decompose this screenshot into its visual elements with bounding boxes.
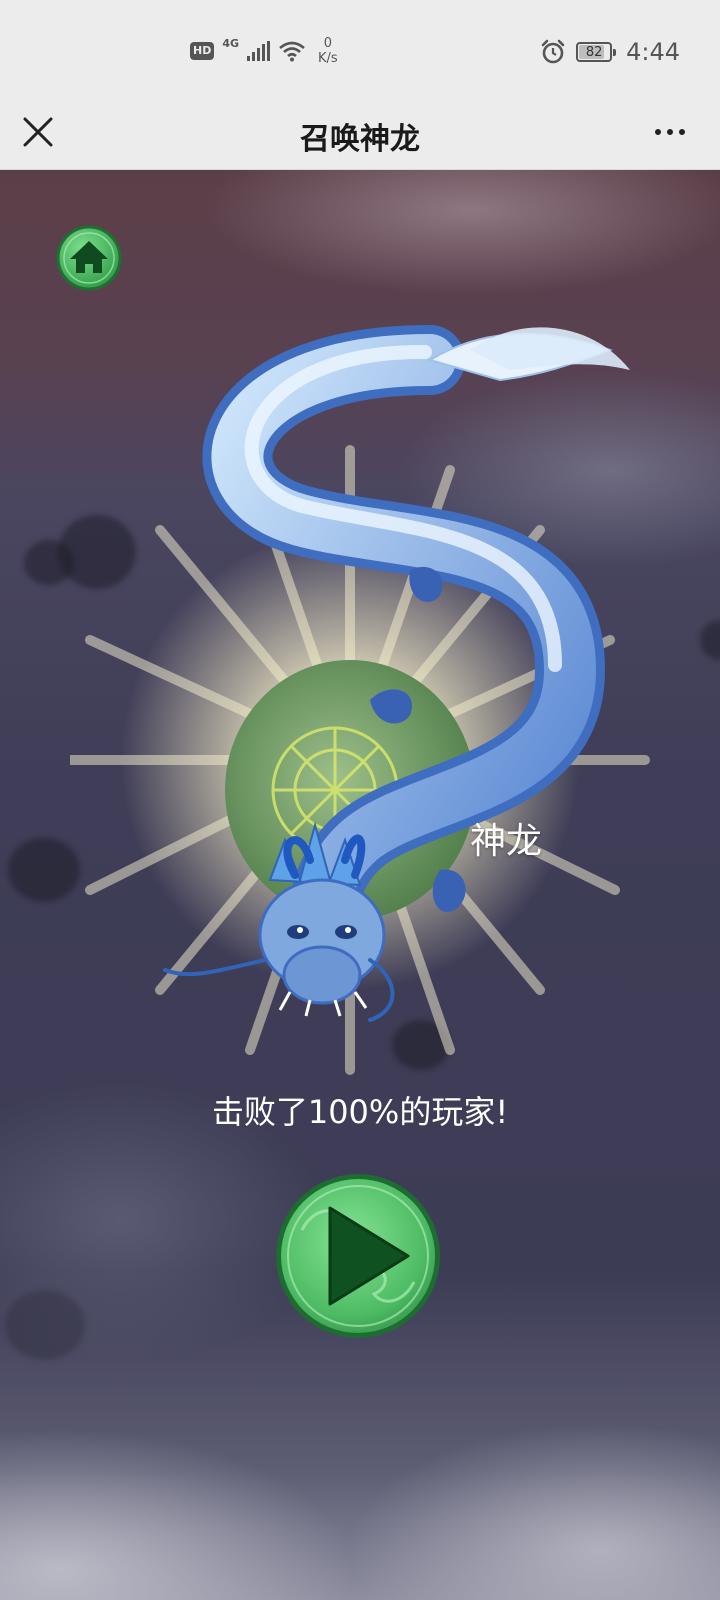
- battery-percent: 82: [585, 44, 603, 60]
- status-right-group: 82 4:44: [540, 38, 680, 66]
- smoke-blot: [5, 1290, 85, 1360]
- network-type-label: 4G: [222, 36, 240, 50]
- dragon-illustration: [70, 325, 650, 1075]
- game-canvas[interactable]: 神龙 击败了100%的玩家!: [0, 170, 720, 1600]
- battery-icon: 82: [576, 42, 617, 62]
- dragon-name: 神龙: [470, 821, 543, 862]
- smoke-blot: [700, 620, 720, 660]
- result-text: 击败了100%的玩家!: [211, 1093, 509, 1131]
- clock-time: 4:44: [626, 38, 680, 66]
- more-icon-dot: [667, 129, 673, 135]
- speed-value: 0: [323, 36, 333, 51]
- status-bar: HD 4G 0 K/s 82 4:44: [0, 0, 720, 96]
- more-button[interactable]: [640, 112, 700, 152]
- home-button[interactable]: [56, 225, 122, 291]
- network-speed: 0 K/s: [318, 36, 338, 66]
- title-bar: 召唤神龙: [0, 96, 720, 170]
- more-icon-dot: [679, 129, 685, 135]
- speed-unit: K/s: [318, 51, 338, 66]
- home-icon: [56, 225, 122, 291]
- play-icon: [276, 1174, 440, 1338]
- wifi-icon: [279, 41, 305, 62]
- play-button[interactable]: [272, 1170, 444, 1342]
- signal-icon: [247, 41, 271, 61]
- hd-icon: HD: [190, 42, 215, 60]
- alarm-icon: [541, 39, 565, 64]
- status-center-group: HD 4G 0 K/s: [190, 36, 338, 66]
- smoke-blot: [24, 540, 74, 585]
- page-title: 召唤神龙: [300, 122, 420, 157]
- more-icon-dot: [655, 129, 661, 135]
